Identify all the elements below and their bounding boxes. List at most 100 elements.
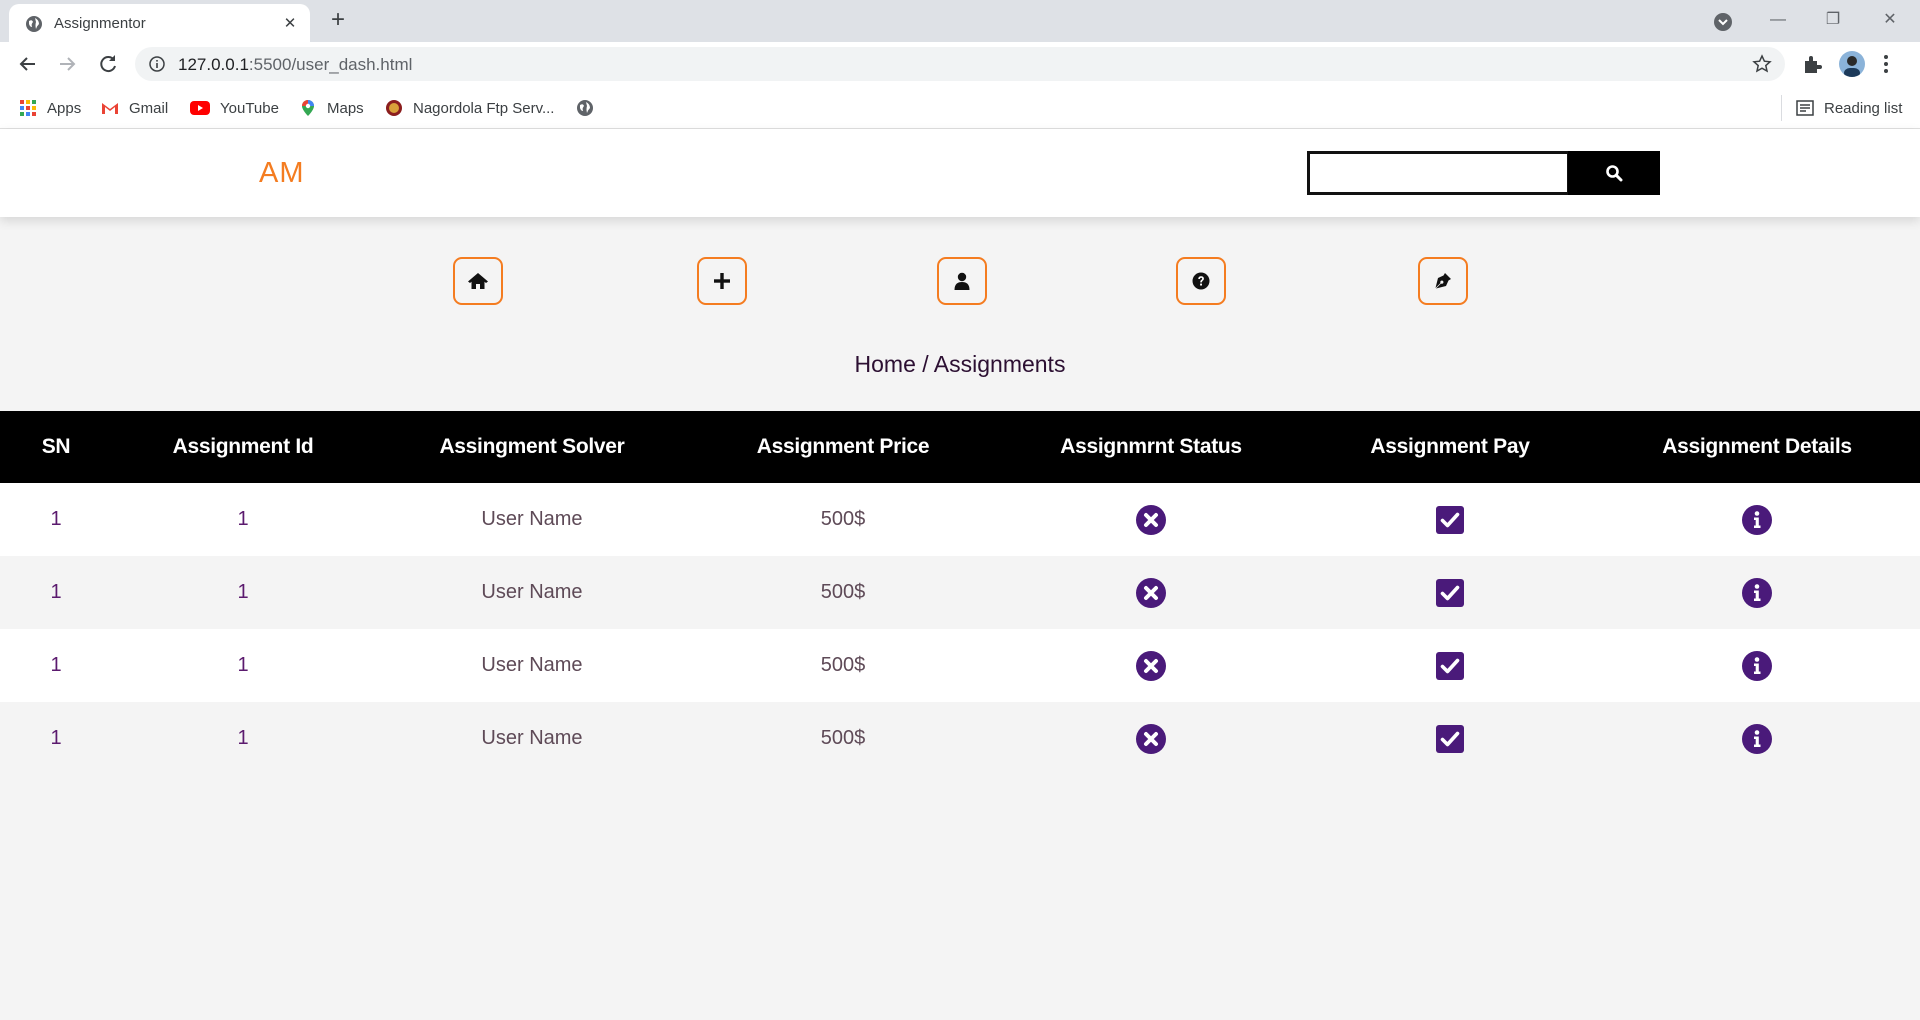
home-icon — [468, 273, 488, 289]
cell-price: 500$ — [820, 727, 866, 749]
check-square-icon[interactable] — [1436, 651, 1464, 680]
page: AM Home / Assignments SN Assignment Id A… — [0, 129, 1920, 1020]
cell-status — [996, 556, 1306, 629]
cell-sn: 1 — [50, 581, 62, 603]
reload-icon[interactable] — [93, 49, 123, 79]
site-logo[interactable]: AM — [259, 157, 305, 190]
info-circle-icon[interactable] — [1742, 504, 1772, 535]
check-square-icon[interactable] — [1436, 724, 1464, 753]
cell-pay — [1306, 483, 1594, 556]
times-circle-icon[interactable] — [1136, 504, 1166, 535]
tab-close-icon[interactable]: ✕ — [280, 14, 300, 34]
help-button[interactable] — [1176, 257, 1226, 305]
table-row: 1 1 User Name 500$ — [0, 483, 1920, 556]
search-button[interactable] — [1568, 151, 1660, 195]
apps-grid-icon — [20, 100, 36, 116]
cell-pay — [1306, 556, 1594, 629]
cell-solver: User Name — [481, 727, 583, 749]
column-header: Assignment Pay — [1370, 435, 1530, 458]
cell-assignment-id: 1 — [237, 581, 249, 603]
bookmark-gmail[interactable]: Gmail — [101, 96, 168, 120]
check-square-icon[interactable] — [1436, 505, 1464, 534]
cell-pay — [1306, 702, 1594, 775]
times-circle-icon[interactable] — [1136, 650, 1166, 681]
browser-tabstrip: Assignmentor ✕ + — ❐ ✕ — [0, 0, 1920, 42]
column-header: Assignment Price — [756, 435, 930, 458]
bookmark-label: Gmail — [129, 99, 169, 117]
cell-details — [1594, 483, 1920, 556]
breadcrumb: Home / Assignments — [854, 351, 1066, 377]
site-header: AM — [0, 129, 1920, 217]
cell-solver: User Name — [481, 654, 583, 676]
new-tab-icon[interactable]: + — [326, 8, 350, 33]
cell-assignment-id: 1 — [237, 654, 249, 676]
info-circle-icon[interactable] — [1742, 577, 1772, 608]
search-input[interactable] — [1307, 151, 1570, 195]
url-path: :5500/user_dash.html — [248, 55, 413, 74]
times-circle-icon[interactable] — [1136, 723, 1166, 754]
cell-assignment-id: 1 — [237, 508, 249, 530]
edit-button[interactable] — [1418, 257, 1468, 305]
bookmark-youtube[interactable]: YouTube — [190, 96, 279, 120]
browser-toolbar: 127.0.0.1:5500/user_dash.html — [0, 42, 1920, 87]
reading-list-button[interactable]: Reading list — [1796, 96, 1902, 120]
extensions-icon[interactable] — [1801, 53, 1823, 75]
bookmark-label: Nagordola Ftp Serv... — [413, 99, 555, 117]
assignments-table: SN Assignment Id Assingment Solver Assig… — [0, 411, 1920, 775]
times-circle-icon[interactable] — [1136, 577, 1166, 608]
forward-icon[interactable] — [52, 49, 82, 79]
home-button[interactable] — [453, 257, 503, 305]
globe-icon — [26, 16, 42, 32]
plus-icon — [714, 273, 730, 289]
bookmark-label: Apps — [47, 99, 82, 117]
close-window-icon[interactable]: ✕ — [1870, 6, 1910, 34]
tab-title: Assignmentor — [54, 15, 146, 32]
cell-status — [996, 629, 1306, 702]
cell-sn: 1 — [50, 654, 62, 676]
cell-solver: User Name — [481, 581, 583, 603]
cell-details — [1594, 702, 1920, 775]
tab-search-icon[interactable] — [1713, 12, 1733, 32]
cell-price: 500$ — [820, 654, 866, 676]
bookmark-apps[interactable]: Apps — [19, 96, 81, 120]
browser-tab[interactable]: Assignmentor ✕ — [9, 4, 310, 42]
check-square-icon[interactable] — [1436, 578, 1464, 607]
avatar-icon — [1844, 56, 1860, 77]
bookmark-label: Maps — [327, 99, 364, 117]
add-button[interactable] — [697, 257, 747, 305]
bookmark-star-icon[interactable] — [1752, 54, 1772, 74]
info-circle-icon[interactable] — [1742, 723, 1772, 754]
bookmark-maps[interactable]: Maps — [299, 96, 364, 120]
cell-status — [996, 483, 1306, 556]
restore-icon[interactable]: ❐ — [1813, 6, 1853, 34]
profile-avatar[interactable] — [1839, 51, 1865, 77]
browser-menu-icon[interactable] — [1883, 54, 1889, 74]
address-bar[interactable]: 127.0.0.1:5500/user_dash.html — [135, 47, 1785, 81]
site-info-icon[interactable] — [149, 56, 165, 72]
table-row: 1 1 User Name 500$ — [0, 702, 1920, 775]
profile-button[interactable] — [937, 257, 987, 305]
minimize-icon[interactable]: — — [1758, 6, 1798, 34]
cell-details — [1594, 629, 1920, 702]
info-circle-icon[interactable] — [1742, 650, 1772, 681]
globe-bookmark-icon[interactable] — [576, 99, 594, 117]
bookmarks-divider — [1781, 95, 1782, 121]
reading-list-label: Reading list — [1824, 99, 1903, 117]
url-host: 127.0.0.1 — [178, 55, 249, 74]
cell-price: 500$ — [820, 508, 866, 530]
bookmark-ftp-server[interactable]: Nagordola Ftp Serv... — [385, 96, 554, 120]
bookmarks-bar: Apps Gmail YouTube Maps Nagordola Ftp Se… — [0, 87, 1920, 129]
cell-sn: 1 — [50, 727, 62, 749]
question-icon — [1192, 272, 1210, 290]
search-icon — [1606, 165, 1623, 182]
column-header: Assignmrnt Status — [1060, 435, 1242, 458]
reading-list-icon — [1796, 100, 1814, 116]
column-header: Assignment Details — [1662, 435, 1852, 458]
url-text: 127.0.0.1:5500/user_dash.html — [178, 55, 412, 75]
cell-sn: 1 — [50, 508, 62, 530]
ftp-server-icon — [386, 100, 402, 116]
back-icon[interactable] — [13, 49, 43, 79]
youtube-icon — [190, 101, 210, 115]
table-row: 1 1 User Name 500$ — [0, 556, 1920, 629]
cell-solver: User Name — [481, 508, 583, 530]
